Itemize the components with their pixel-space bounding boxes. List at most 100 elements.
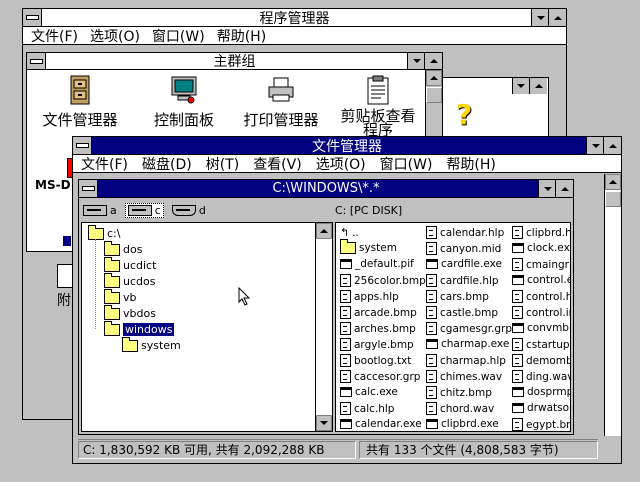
main-group-maximize-button[interactable] [424, 53, 442, 69]
pm-icon-clipboard-viewer[interactable]: 剪贴板查看 程序 [332, 75, 424, 138]
fm-menu-help[interactable]: 帮助(H) [446, 154, 495, 174]
menu-file[interactable]: 文件(F) [31, 26, 78, 46]
drive-d[interactable]: d [171, 204, 206, 217]
main-group-titlebar[interactable]: 主群组 [27, 53, 442, 70]
file-item[interactable]: convmb.e [512, 322, 570, 334]
file-item[interactable]: caccesor.grp [340, 370, 420, 383]
file-item[interactable]: castle.bmp [426, 306, 498, 319]
fm-outer-scroll-thumb[interactable] [605, 191, 621, 207]
file-item[interactable]: 256color.bmp [340, 274, 426, 287]
file-item[interactable]: cstartup.g [512, 338, 570, 351]
system-menu-icon[interactable] [23, 9, 42, 26]
fm-maximize-button[interactable] [603, 137, 621, 154]
folder-icon [104, 256, 120, 272]
file-name: clock.exe [527, 242, 570, 254]
document-icon [426, 354, 437, 367]
fm-outer-scroll-up[interactable] [605, 174, 621, 190]
program-manager-titlebar[interactable]: 程序管理器 [23, 9, 566, 27]
file-item[interactable]: clipbrd.hlp [512, 226, 570, 239]
fm-menu-window[interactable]: 窗口(W) [380, 154, 433, 174]
help-question-icon[interactable]: ? [456, 98, 472, 131]
dir-maximize-button[interactable] [555, 180, 573, 197]
file-item[interactable]: control.ex [512, 274, 570, 286]
dir-system-menu-icon[interactable] [79, 180, 98, 197]
file-item[interactable]: cardfile.hlp [426, 274, 499, 287]
file-item[interactable]: chimes.wav [426, 370, 502, 383]
maximize-button[interactable] [548, 9, 566, 26]
tree-item-vb[interactable]: vb [104, 288, 137, 304]
file-item[interactable]: chord.wav [426, 402, 494, 415]
fm-minimize-button[interactable] [586, 137, 604, 154]
bg-group-minimize-button[interactable] [512, 78, 529, 94]
fm-system-menu-icon[interactable] [73, 137, 92, 154]
tree-scroll-up[interactable] [316, 223, 332, 239]
file-item[interactable]: system [340, 239, 397, 254]
file-item[interactable]: charmap.hlp [426, 354, 506, 367]
main-group-system-menu-icon[interactable] [27, 53, 46, 69]
scroll-thumb[interactable] [426, 87, 442, 103]
file-list-pane[interactable]: ↰.. system _default.pif 256color.bmp apps.hl… [335, 222, 571, 432]
tree-pane[interactable]: c:\ dos ucdict ucdos vb vbdos windows sy… [81, 222, 333, 432]
file-item[interactable]: ding.wav [512, 370, 570, 383]
menu-window[interactable]: 窗口(W) [152, 26, 205, 46]
bg-group-maximize-button[interactable] [529, 78, 547, 94]
fm-menu-tree[interactable]: 树(T) [206, 154, 239, 174]
file-item[interactable]: cgamesgr.grp [426, 322, 512, 335]
file-item[interactable]: egypt.bmp [512, 418, 570, 431]
file-name: apps.hlp [354, 290, 399, 303]
tree-item-root[interactable]: c:\ [88, 224, 120, 240]
file-item[interactable]: apps.hlp [340, 290, 399, 303]
pm-icon-control-panel[interactable]: 控制面板 [139, 75, 229, 130]
file-item[interactable]: calc.exe [340, 386, 398, 398]
fm-menu-view[interactable]: 查看(V) [253, 154, 302, 174]
file-item[interactable]: demomb.t [512, 354, 570, 367]
file-item[interactable]: drwatson. [512, 402, 570, 414]
directory-titlebar[interactable]: C:\WINDOWS\*.* [79, 180, 573, 198]
dir-minimize-button[interactable] [538, 180, 556, 197]
file-item[interactable]: bootlog.txt [340, 354, 411, 367]
background-group-window[interactable]: ? [439, 77, 549, 139]
drive-c[interactable]: c [124, 202, 164, 218]
file-item[interactable]: clock.exe [512, 242, 570, 254]
fm-menu-file[interactable]: 文件(F) [81, 154, 128, 174]
fm-menu-options[interactable]: 选项(O) [316, 154, 366, 174]
file-item[interactable]: calc.hlp [340, 402, 394, 415]
tree-item-system[interactable]: system [122, 336, 181, 352]
tree-scroll-down[interactable] [316, 415, 332, 431]
file-item[interactable]: cars.bmp [426, 290, 489, 303]
fm-outer-scrollbar[interactable] [604, 174, 621, 436]
folder-icon [340, 239, 356, 254]
file-item[interactable]: cardfile.exe [426, 258, 502, 270]
file-item[interactable]: ↰.. [340, 226, 359, 239]
main-group-minimize-button[interactable] [407, 53, 425, 69]
file-item[interactable]: charmap.exe [426, 338, 509, 350]
file-item[interactable]: calendar.exe [340, 418, 422, 430]
file-item[interactable]: control.hlp [512, 290, 570, 303]
drive-a[interactable]: a [83, 204, 117, 217]
file-item[interactable]: calendar.hlp [426, 226, 504, 239]
file-item[interactable]: arcade.bmp [340, 306, 417, 319]
file-item[interactable]: argyle.bmp [340, 338, 414, 351]
file-item[interactable]: canyon.mid [426, 242, 501, 255]
scroll-up-button[interactable] [426, 70, 442, 86]
tree-item-ucdict[interactable]: ucdict [104, 256, 156, 272]
file-item[interactable]: control.ini [512, 306, 570, 319]
pm-icon-print-manager[interactable]: 打印管理器 [232, 75, 330, 130]
file-item[interactable]: chitz.bmp [426, 386, 492, 399]
tree-item-windows[interactable]: windows [104, 320, 175, 336]
file-item[interactable]: clipbrd.exe [426, 418, 499, 430]
file-item[interactable]: _default.pif [340, 258, 414, 270]
file-manager-titlebar[interactable]: 文件管理器 [73, 137, 621, 155]
tree-item-dos[interactable]: dos [104, 240, 142, 256]
file-item[interactable]: dosprmpt. [512, 386, 570, 398]
fm-menu-disk[interactable]: 磁盘(D) [142, 154, 192, 174]
tree-scrollbar[interactable] [315, 223, 332, 431]
file-item[interactable]: cmaingrp. [512, 258, 570, 271]
tree-item-vbdos[interactable]: vbdos [104, 304, 156, 320]
menu-help[interactable]: 帮助(H) [217, 26, 266, 46]
tree-item-ucdos[interactable]: ucdos [104, 272, 155, 288]
minimize-button[interactable] [531, 9, 549, 26]
pm-icon-file-manager[interactable]: 文件管理器 [35, 75, 125, 130]
menu-options[interactable]: 选项(O) [90, 26, 140, 46]
file-item[interactable]: arches.bmp [340, 322, 416, 335]
